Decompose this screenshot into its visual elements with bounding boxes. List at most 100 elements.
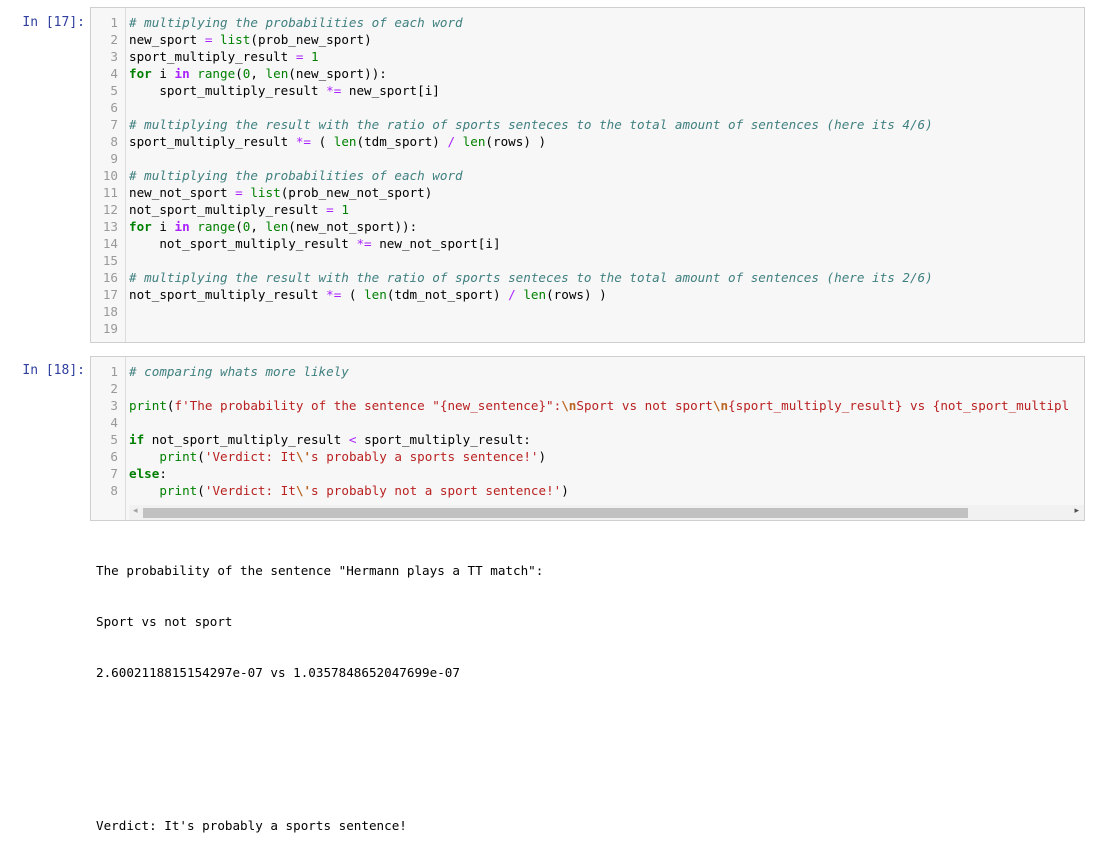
code-cell-18[interactable]: 1 # comparing whats more likely 2 3 print(f'…	[90, 356, 1085, 521]
code-line[interactable]: 2 new_sport = list(prob_new_sport)	[91, 31, 1084, 48]
code-text[interactable]: not_sport_multiply_result *= new_not_spo…	[129, 235, 500, 252]
line-number: 16	[102, 270, 118, 285]
code-cell-17[interactable]: 1 # multiplying the probabilities of each…	[90, 7, 1085, 343]
code-token: new_sport	[129, 32, 205, 47]
line-number: 15	[102, 253, 118, 268]
code-line[interactable]: 4 for i in range(0, len(new_sport)):	[91, 65, 1084, 82]
code-text[interactable]: # multiplying the result with the ratio …	[129, 116, 933, 133]
code-text[interactable]: print('Verdict: It\'s probably a sports …	[129, 448, 546, 465]
code-text[interactable]: # multiplying the result with the ratio …	[129, 269, 933, 286]
code-token: (	[310, 134, 334, 149]
code-token: else	[129, 466, 160, 481]
code-line[interactable]: 14 not_sport_multiply_result *= new_not_…	[91, 235, 1084, 252]
code-token: len	[265, 66, 289, 81]
code-text[interactable]: sport_multiply_result = 1	[129, 48, 319, 65]
code-token: range	[197, 66, 236, 81]
scroll-right-icon[interactable]: ▸	[1074, 506, 1079, 516]
horizontal-scrollbar[interactable]: ◂ ▸	[129, 505, 1084, 520]
code-line[interactable]: 19	[91, 320, 1084, 337]
code-token: print	[129, 398, 167, 413]
code-token: sport_multiply_result	[129, 49, 296, 64]
code-text[interactable]: # multiplying the probabilities of each …	[129, 167, 463, 184]
code-line[interactable]: 4	[91, 414, 1084, 431]
code-line[interactable]: 1 # multiplying the probabilities of each…	[91, 14, 1084, 31]
code-text[interactable]: not_sport_multiply_result *= ( len(tdm_n…	[129, 286, 607, 303]
code-text[interactable]: new_sport = list(prob_new_sport)	[129, 31, 372, 48]
code-line[interactable]: 18	[91, 303, 1084, 320]
line-number: 19	[102, 321, 118, 336]
code-token: not_sport_multiply_result	[129, 236, 357, 251]
scroll-left-icon[interactable]: ◂	[133, 506, 138, 516]
code-text[interactable]: for i in range(0, len(new_sport)):	[129, 65, 387, 82]
code-token: # multiplying the result with the ratio …	[129, 270, 933, 285]
code-text[interactable]: new_not_sport = list(prob_new_not_sport)	[129, 184, 432, 201]
code-text[interactable]: for i in range(0, len(new_not_sport)):	[129, 218, 417, 235]
code-token: (	[197, 449, 205, 464]
code-text[interactable]: sport_multiply_result *= new_sport[i]	[129, 82, 440, 99]
line-number: 10	[102, 168, 118, 183]
code-line[interactable]: 6	[91, 99, 1084, 116]
code-line[interactable]: 16 # multiplying the result with the rati…	[91, 269, 1084, 286]
code-text[interactable]: # comparing whats more likely	[129, 363, 349, 380]
code-token: \'	[295, 449, 312, 464]
code-line[interactable]: 3 print(f'The probability of the sentence…	[91, 397, 1084, 414]
code-line[interactable]: 3 sport_multiply_result = 1	[91, 48, 1084, 65]
code-text[interactable]: sport_multiply_result *= ( len(tdm_sport…	[129, 133, 546, 150]
code-token: new_sport[i]	[341, 83, 440, 98]
code-line[interactable]: 1 # comparing whats more likely	[91, 363, 1084, 380]
code-token: (prob_new_sport)	[250, 32, 372, 47]
code-text[interactable]: print('Verdict: It\'s probably not a spo…	[129, 482, 569, 499]
code-line[interactable]: 6 print('Verdict: It\'s probably a sport…	[91, 448, 1084, 465]
line-number: 2	[110, 32, 118, 47]
line-number: 1	[110, 15, 118, 30]
code-line[interactable]: 17 not_sport_multiply_result *= ( len(tdm…	[91, 286, 1084, 303]
code-line[interactable]: 9	[91, 150, 1084, 167]
code-line[interactable]: 12 not_sport_multiply_result = 1	[91, 201, 1084, 218]
code-token: (	[341, 287, 365, 302]
line-number: 5	[110, 83, 118, 98]
code-token: len	[462, 134, 486, 149]
code-token: s probably a sports sentence!'	[311, 449, 539, 464]
code-token: 1	[341, 202, 349, 217]
code-token: )	[561, 483, 569, 498]
code-token: if	[129, 432, 145, 447]
code-text[interactable]: not_sport_multiply_result = 1	[129, 201, 349, 218]
line-number: 3	[110, 49, 118, 64]
code-token: *=	[356, 236, 372, 251]
code-token: not_sport_multiply_result	[144, 432, 349, 447]
code-line[interactable]: 8 print('Verdict: It\'s probably not a s…	[91, 482, 1084, 499]
code-line[interactable]: 2	[91, 380, 1084, 397]
code-token: /	[447, 134, 456, 149]
code-token: (	[235, 66, 243, 81]
code-line[interactable]: 11 new_not_sport = list(prob_new_not_spor…	[91, 184, 1084, 201]
code-line[interactable]: 7 else:	[91, 465, 1084, 482]
code-token: Sport vs not sport	[576, 398, 713, 413]
code-line[interactable]: 5 if not_sport_multiply_result < sport_mu…	[91, 431, 1084, 448]
code-text[interactable]: else:	[129, 465, 167, 482]
code-line[interactable]: 10 # multiplying the probabilities of eac…	[91, 167, 1084, 184]
code-line[interactable]: 13 for i in range(0, len(new_not_sport)):	[91, 218, 1084, 235]
code-token: len	[523, 287, 547, 302]
scrollbar-thumb[interactable]	[143, 508, 968, 518]
code-line[interactable]: 7 # multiplying the result with the ratio…	[91, 116, 1084, 133]
code-text[interactable]: if not_sport_multiply_result < sport_mul…	[129, 431, 531, 448]
line-number: 4	[110, 66, 118, 81]
code-line[interactable]: 5 sport_multiply_result *= new_sport[i]	[91, 82, 1084, 99]
code-token: =	[326, 202, 334, 217]
code-line[interactable]: 8 sport_multiply_result *= ( len(tdm_spor…	[91, 133, 1084, 150]
code-token: 1	[311, 49, 319, 64]
code-token: (new_sport)):	[288, 66, 387, 81]
code-token: sport_multiply_result	[129, 134, 296, 149]
code-token: *=	[326, 287, 342, 302]
code-text[interactable]: print(f'The probability of the sentence …	[129, 397, 1069, 414]
code-token: for	[129, 66, 152, 81]
code-line[interactable]: 15	[91, 252, 1084, 269]
code-text[interactable]: # multiplying the probabilities of each …	[129, 14, 463, 31]
code-token: new_not_sport	[129, 185, 236, 200]
